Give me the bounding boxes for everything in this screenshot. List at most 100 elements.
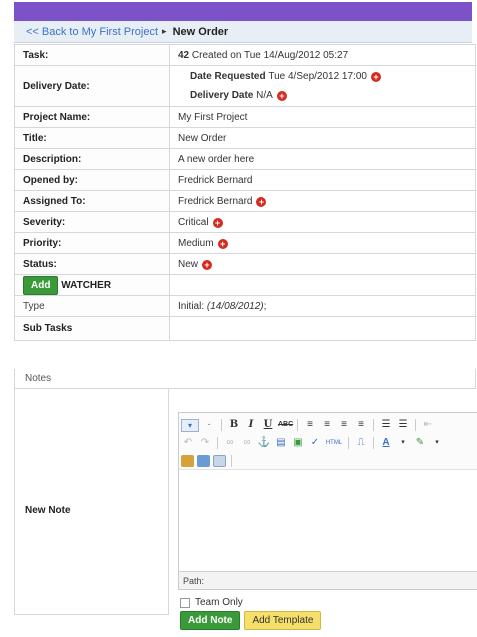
notes-header: Notes <box>14 369 476 389</box>
delivery-date-label: Delivery Date: <box>14 65 170 107</box>
status-label: Status: <box>14 253 170 275</box>
strikethrough-icon[interactable]: ABC <box>278 418 293 432</box>
path-label: Path: <box>183 576 205 586</box>
edit-delivery-date-plus-icon[interactable]: + <box>276 91 287 101</box>
priority-value: Medium <box>178 237 214 249</box>
edit-date-requested-plus-icon[interactable]: + <box>370 72 381 82</box>
new-note-label: New Note <box>14 389 169 615</box>
date-requested-line: Date Requested Tue 4/Sep/2012 17:00 + <box>178 67 467 86</box>
task-details-table: Task: 42 Created on Tue 14/Aug/2012 05:2… <box>14 44 476 341</box>
date-requested-value: Tue 4/Sep/2012 17:00 <box>268 71 367 82</box>
editor-toolbar-row-3 <box>181 452 234 470</box>
opened-by-value: Fredrick Bernard <box>169 169 476 191</box>
breadcrumb: << Back to My First Project ▸ New Order <box>14 21 472 43</box>
toolbar-divider <box>373 437 374 449</box>
add-template-button[interactable]: Add Template <box>244 611 322 630</box>
toolbar-divider <box>415 419 416 431</box>
opened-by-label: Opened by: <box>14 169 170 191</box>
numbered-list-icon[interactable]: ☰ <box>396 418 410 432</box>
editor-path-bar: Path: <box>179 571 477 589</box>
font-size-dropdown-icon[interactable]: · <box>202 418 216 432</box>
table-icon[interactable] <box>213 455 226 467</box>
priority-label: Priority: <box>14 232 170 254</box>
image-manager-icon[interactable] <box>181 455 194 467</box>
format-select-dropdown[interactable]: ▾ <box>181 418 199 432</box>
edit-status-plus-icon[interactable]: + <box>202 259 213 270</box>
priority-cell: Medium + <box>169 232 476 254</box>
highlight-color-icon[interactable]: ✎ <box>413 436 427 450</box>
unlink-icon[interactable]: ∞ <box>240 436 254 450</box>
align-justify-icon[interactable]: ≡ <box>354 418 368 432</box>
horizontal-rule-icon[interactable]: ⎍ <box>354 436 368 450</box>
type-label: Type <box>14 295 170 317</box>
project-name-label: Project Name: <box>14 106 170 128</box>
task-value: 42 Created on Tue 14/Aug/2012 05:27 <box>169 44 476 66</box>
cleanup-icon[interactable]: ✓ <box>308 436 322 450</box>
align-center-icon[interactable]: ≡ <box>320 418 334 432</box>
text-color-icon[interactable]: A <box>379 436 393 450</box>
note-text-area[interactable] <box>179 469 477 573</box>
assigned-to-value: Fredrick Bernard <box>178 195 253 207</box>
delivery-date-value: Date Requested Tue 4/Sep/2012 17:00 + Del… <box>169 65 476 107</box>
delivery-date-sub-value: N/A <box>256 90 273 101</box>
task-number: 42 <box>178 49 190 61</box>
sub-tasks-label: Sub Tasks <box>14 316 170 341</box>
toolbar-divider <box>373 419 374 431</box>
severity-cell: Critical + <box>169 211 476 233</box>
team-only-option: Team Only <box>180 597 243 608</box>
edit-assigned-plus-icon[interactable]: + <box>256 196 267 207</box>
title-label: Title: <box>14 127 170 149</box>
toolbar-divider <box>231 455 232 467</box>
insert-image-icon[interactable]: ▣ <box>291 436 305 450</box>
severity-value: Critical <box>178 216 209 228</box>
edit-severity-plus-icon[interactable]: + <box>212 217 223 228</box>
media-icon[interactable] <box>197 455 210 467</box>
assigned-to-cell: Fredrick Bernard + <box>169 190 476 212</box>
type-prefix: Initial: <box>178 300 207 312</box>
undo-icon[interactable]: ↶ <box>181 436 195 450</box>
type-date: (14/08/2012) <box>206 300 264 312</box>
back-to-project-link[interactable]: << Back to My First Project <box>26 26 158 38</box>
anchor-icon[interactable]: ⚓ <box>257 436 271 450</box>
toolbar-divider <box>217 437 218 449</box>
edit-priority-plus-icon[interactable]: + <box>217 238 228 249</box>
note-actions: Add Note Add Template <box>180 611 322 630</box>
bold-icon[interactable]: B <box>227 418 241 432</box>
sub-tasks-value <box>169 316 476 341</box>
add-note-button[interactable]: Add Note <box>180 611 241 630</box>
top-header-bar <box>14 2 472 21</box>
assigned-to-label: Assigned To: <box>14 190 170 212</box>
team-only-label: Team Only <box>195 597 243 608</box>
project-name-value: My First Project <box>169 106 476 128</box>
date-requested-label: Date Requested <box>190 71 266 82</box>
watcher-label: WATCHER <box>61 279 112 291</box>
editor-toolbar-row-2: ↶ ↷ ∞ ∞ ⚓ ▤ ▣ ✓ HTML ⎍ A ▾ ✎ ▾ <box>181 434 444 452</box>
underline-icon[interactable]: U <box>261 418 275 432</box>
text-color-dropdown-icon[interactable]: ▾ <box>396 436 410 450</box>
team-only-checkbox[interactable] <box>180 597 190 608</box>
toolbar-divider <box>221 419 222 431</box>
delivery-date-sublabel: Delivery Date <box>190 90 254 101</box>
align-left-icon[interactable]: ≡ <box>303 418 317 432</box>
breadcrumb-current: New Order <box>172 25 229 38</box>
editor-toolbar-row-1: ▾ · B I U ABC ≡ ≡ ≡ ≡ ☰ ☰ ⇤ <box>181 416 435 434</box>
italic-icon[interactable]: I <box>244 418 258 432</box>
watcher-value <box>169 274 476 296</box>
outdent-icon[interactable]: ⇤ <box>421 418 435 432</box>
redo-icon[interactable]: ↷ <box>198 436 212 450</box>
html-source-icon[interactable]: HTML <box>325 436 343 450</box>
status-value: New <box>178 258 199 270</box>
align-right-icon[interactable]: ≡ <box>337 418 351 432</box>
document-icon[interactable]: ▤ <box>274 436 288 450</box>
add-watcher-button[interactable]: Add <box>23 275 59 295</box>
link-icon[interactable]: ∞ <box>223 436 237 450</box>
highlight-dropdown-icon[interactable]: ▾ <box>430 436 444 450</box>
title-value: New Order <box>169 127 476 149</box>
severity-label: Severity: <box>14 211 170 233</box>
toolbar-divider <box>348 437 349 449</box>
bullet-list-icon[interactable]: ☰ <box>379 418 393 432</box>
toolbar-divider <box>297 419 298 431</box>
rich-text-editor[interactable]: ▾ · B I U ABC ≡ ≡ ≡ ≡ ☰ ☰ ⇤ ↶ ↷ ∞ ∞ ⚓ ▤ … <box>178 412 477 590</box>
description-label: Description: <box>14 148 170 170</box>
type-cell: Initial: (14/08/2012); <box>169 295 476 317</box>
